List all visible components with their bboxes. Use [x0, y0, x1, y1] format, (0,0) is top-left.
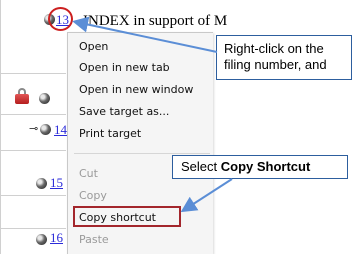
arrow-to-filing-number: [72, 16, 218, 53]
arrow-to-copy-shortcut: [180, 178, 233, 213]
callout-arrows: [72, 16, 233, 213]
